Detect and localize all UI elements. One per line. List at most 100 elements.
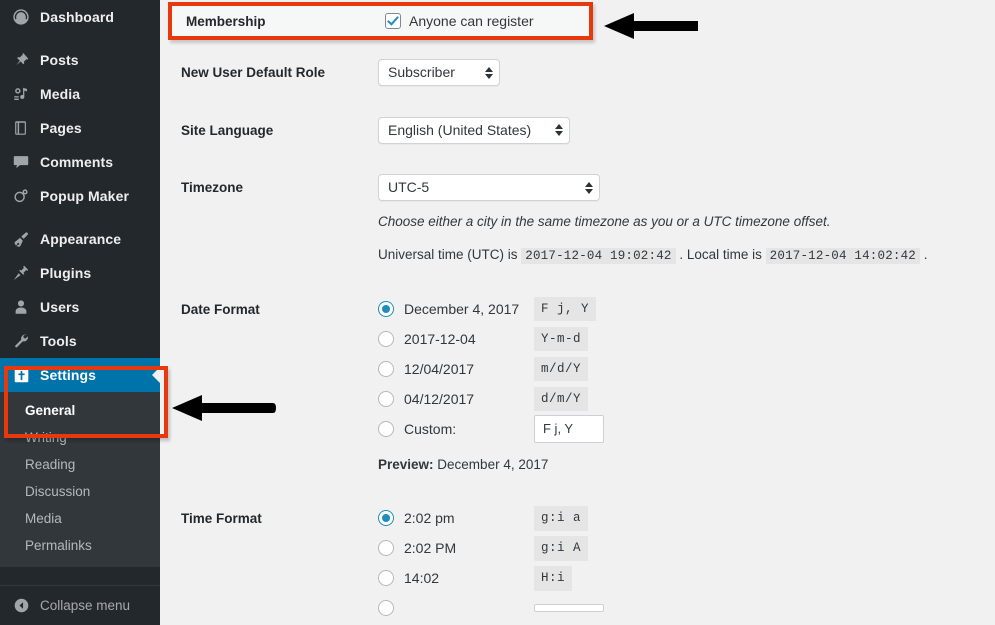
time-format-option[interactable]: 14:02 H:i — [378, 563, 985, 593]
utc-suffix-text: . — [923, 247, 928, 263]
row-site-language: Site Language English (United States) — [160, 102, 995, 160]
new-user-default-role-label: New User Default Role — [181, 65, 326, 80]
date-format-code: d/m/Y — [534, 386, 589, 412]
select-spinner-icon — [585, 181, 593, 194]
submenu-item-discussion[interactable]: Discussion — [0, 478, 160, 505]
date-format-option[interactable]: 2017-12-04 Y-m-d — [378, 324, 985, 354]
membership-label: Membership — [186, 13, 266, 29]
admin-sidebar-menu: Dashboard Posts Media Pages Comments Pop… — [0, 0, 160, 625]
sidebar-item-settings[interactable]: Settings — [0, 358, 160, 392]
date-format-label: Date Format — [181, 302, 260, 318]
row-membership: Membership Anyone can register — [172, 6, 589, 36]
sidebar-item-label: Users — [40, 299, 80, 315]
settings-submenu: General Writing Reading Discussion Media… — [0, 392, 160, 567]
date-format-custom-option[interactable]: Custom: F j, Y — [378, 414, 985, 444]
radio-icon[interactable] — [378, 421, 394, 438]
dashboard-icon — [11, 7, 31, 27]
date-preview-label: Preview: — [378, 457, 434, 473]
site-language-label: Site Language — [181, 122, 274, 138]
time-format-option[interactable]: 2:02 PM g:i A — [378, 533, 985, 563]
submenu-item-media[interactable]: Media — [0, 505, 160, 532]
row-timezone: Timezone UTC-5 Choose either a city in t… — [160, 159, 995, 281]
time-format-label: Time Format — [181, 511, 262, 527]
sidebar-item-dashboard[interactable]: Dashboard — [0, 0, 160, 34]
popup-maker-icon — [11, 186, 31, 206]
sidebar-item-label: Comments — [40, 154, 114, 170]
radio-icon[interactable] — [378, 301, 394, 318]
wrench-icon — [11, 331, 31, 351]
date-format-option[interactable]: December 4, 2017 F j, Y — [378, 294, 985, 324]
sidebar-item-label: Plugins — [40, 265, 92, 281]
anyone-can-register-option[interactable]: Anyone can register — [385, 13, 534, 29]
site-language-select[interactable]: English (United States) — [378, 116, 570, 144]
timezone-label: Timezone — [181, 180, 244, 196]
settings-icon — [11, 365, 31, 385]
date-format-option[interactable]: 04/12/2017 d/m/Y — [378, 384, 985, 414]
select-spinner-icon — [485, 66, 493, 79]
time-format-code: H:i — [534, 565, 573, 591]
anyone-can-register-checkbox[interactable] — [385, 13, 401, 29]
sidebar-item-appearance[interactable]: Appearance — [0, 222, 160, 256]
new-user-default-role-value: Subscriber — [388, 64, 455, 80]
sidebar-item-pages[interactable]: Pages — [0, 111, 160, 145]
date-format-option[interactable]: 12/04/2017 m/d/Y — [378, 354, 985, 384]
timezone-description: Choose either a city in the same timezon… — [378, 214, 831, 230]
options-table: New User Default Role Subscriber Site La… — [160, 0, 995, 625]
sidebar-item-comments[interactable]: Comments — [0, 145, 160, 179]
sidebar-item-users[interactable]: Users — [0, 290, 160, 324]
row-time-format: Time Format 2:02 pm g:i a 2:02 PM g:i A — [160, 490, 995, 625]
media-icon — [11, 84, 31, 104]
submenu-item-general[interactable]: General — [0, 397, 160, 424]
timezone-value: UTC-5 — [388, 179, 430, 196]
time-format-option[interactable]: 2:02 pm g:i a — [378, 503, 985, 533]
radio-icon[interactable] — [378, 391, 394, 408]
sidebar-item-label: Pages — [40, 120, 82, 136]
sidebar-item-label: Dashboard — [40, 9, 115, 25]
date-format-example: December 4, 2017 — [404, 300, 520, 317]
local-time-value: 2017-12-04 14:02:42 — [765, 248, 920, 265]
submenu-item-writing[interactable]: Writing — [0, 424, 160, 451]
site-language-value: English (United States) — [388, 121, 532, 138]
date-format-example: 04/12/2017 — [404, 390, 475, 407]
timezone-select[interactable]: UTC-5 — [378, 174, 600, 202]
date-format-preview: Preview: December 4, 2017 — [378, 455, 985, 475]
row-new-user-default-role: New User Default Role Subscriber — [160, 44, 995, 102]
submenu-item-permalinks[interactable]: Permalinks — [0, 532, 160, 559]
sidebar-item-plugins[interactable]: Plugins — [0, 256, 160, 290]
user-icon — [11, 297, 31, 317]
anyone-can-register-label: Anyone can register — [409, 13, 534, 29]
collapse-left-icon — [11, 596, 31, 616]
time-format-example: 14:02 — [404, 569, 440, 586]
brush-icon — [11, 229, 31, 249]
radio-icon[interactable] — [378, 331, 394, 348]
time-format-example: 2:02 pm — [404, 509, 455, 526]
sidebar-item-popup-maker[interactable]: Popup Maker — [0, 179, 160, 213]
time-format-code: g:i a — [534, 505, 589, 531]
select-spinner-icon — [555, 124, 563, 137]
date-format-custom-input[interactable]: F j, Y — [534, 415, 604, 443]
date-format-custom-label: Custom: — [404, 420, 457, 437]
universal-time-line: Universal time (UTC) is 2017-12-04 19:02… — [378, 245, 985, 266]
time-format-custom-option-partial[interactable] — [378, 593, 985, 623]
time-format-custom-input[interactable] — [534, 604, 604, 613]
sidebar-item-label: Media — [40, 86, 81, 102]
sidebar-item-posts[interactable]: Posts — [0, 43, 160, 77]
date-format-code: Y-m-d — [534, 326, 589, 352]
radio-icon[interactable] — [378, 510, 394, 527]
date-format-code: F j, Y — [534, 296, 597, 322]
sidebar-item-tools[interactable]: Tools — [0, 324, 160, 358]
radio-icon[interactable] — [378, 600, 394, 617]
new-user-default-role-select[interactable]: Subscriber — [378, 59, 500, 86]
radio-icon[interactable] — [378, 361, 394, 378]
radio-icon[interactable] — [378, 570, 394, 587]
submenu-item-reading[interactable]: Reading — [0, 451, 160, 478]
collapse-menu-label: Collapse menu — [40, 598, 131, 613]
sidebar-item-media[interactable]: Media — [0, 77, 160, 111]
radio-icon[interactable] — [378, 540, 394, 557]
utc-prefix-text: Universal time (UTC) is — [378, 247, 518, 263]
sidebar-item-label: Popup Maker — [40, 188, 130, 204]
sidebar-item-label: Settings — [40, 367, 97, 383]
collapse-menu-button[interactable]: Collapse menu — [0, 585, 160, 625]
annotation-arrow-membership — [604, 13, 698, 39]
row-date-format: Date Format December 4, 2017 F j, Y 2017… — [160, 281, 995, 490]
